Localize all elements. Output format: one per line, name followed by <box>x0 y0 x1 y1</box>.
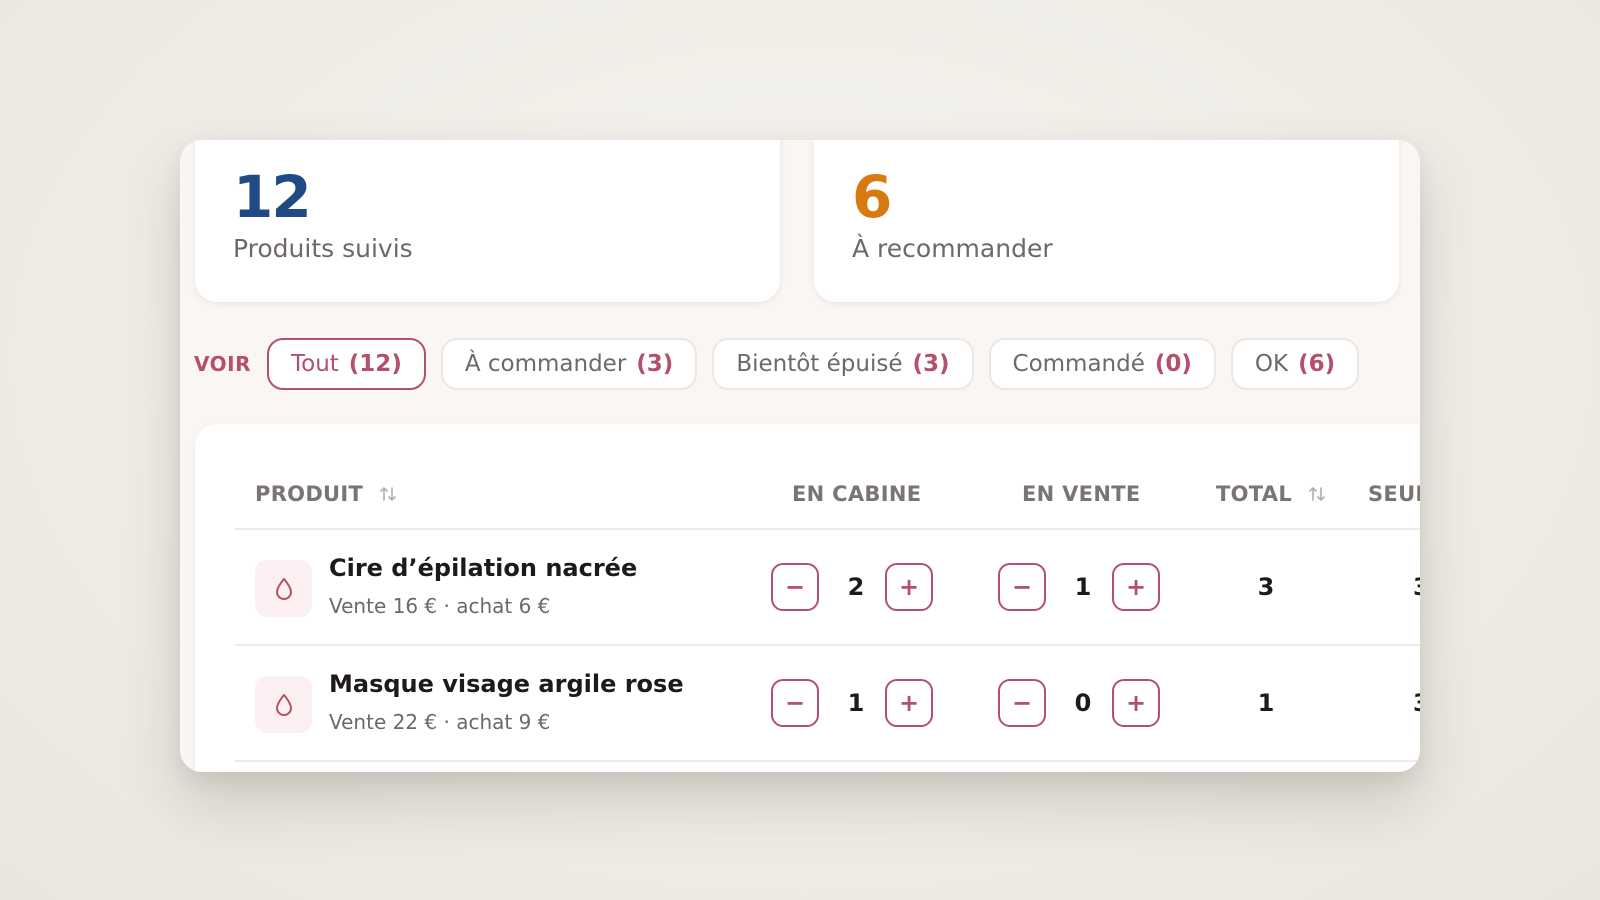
vente-minus-button[interactable]: − <box>998 563 1046 611</box>
vente-plus-button[interactable]: + <box>1112 679 1160 727</box>
stat-card-tracked: 12 Produits suivis <box>195 140 780 302</box>
filter-chip-to-order[interactable]: À commander (3) <box>440 338 698 390</box>
chip-label: Commandé <box>1012 351 1145 377</box>
products-table: PRODUIT EN CABINE EN VENTE TOTAL SEUIL C… <box>195 424 1420 772</box>
column-header-produit[interactable]: PRODUIT <box>255 484 397 505</box>
filter-chip-all[interactable]: Tout (12) <box>266 338 426 390</box>
filter-chip-low-stock[interactable]: Bientôt épuisé (3) <box>712 338 974 390</box>
chip-count: (6) <box>1298 351 1336 377</box>
column-header-en-vente: EN VENTE <box>1022 482 1141 506</box>
cabine-plus-button[interactable]: + <box>885 563 933 611</box>
product-name: Cire d’épilation nacrée <box>329 554 638 582</box>
chip-label: OK <box>1254 351 1289 377</box>
column-header-en-cabine: EN CABINE <box>792 482 922 506</box>
chip-label: Bientôt épuisé <box>736 351 903 377</box>
drop-icon <box>255 676 312 733</box>
sort-arrows-icon <box>1308 487 1325 501</box>
cabine-quantity: 1 <box>847 689 865 717</box>
chip-count: (0) <box>1154 351 1192 377</box>
column-label: PRODUIT <box>255 482 364 506</box>
product-prices: Vente 16 € · achat 6 € <box>329 594 551 618</box>
product-prices: Vente 22 € · achat 9 € <box>329 710 551 734</box>
total-value: 3 <box>1257 573 1275 601</box>
stat-value-reorder: 6 <box>852 163 892 231</box>
cabine-minus-button[interactable]: − <box>771 563 819 611</box>
chip-count: (3) <box>636 351 674 377</box>
chip-label: Tout <box>290 351 339 377</box>
column-label: TOTAL <box>1216 482 1293 506</box>
row-divider <box>235 760 1420 762</box>
stat-label-tracked: Produits suivis <box>233 234 413 263</box>
seuil-value: 3 <box>1413 689 1420 717</box>
product-name: Masque visage argile rose <box>329 670 684 698</box>
vente-quantity: 0 <box>1074 689 1092 717</box>
column-header-total[interactable]: TOTAL <box>1216 484 1326 505</box>
cabine-plus-button[interactable]: + <box>885 679 933 727</box>
filter-bar: VOIR Tout (12) À commander (3) Bientôt é… <box>194 336 1374 392</box>
chip-count: (12) <box>348 351 402 377</box>
cabine-quantity: 2 <box>847 573 865 601</box>
stat-card-reorder: 6 À recommander <box>814 140 1399 302</box>
filter-label: VOIR <box>194 352 251 376</box>
seuil-value: 3 <box>1413 573 1420 601</box>
total-value: 1 <box>1257 689 1275 717</box>
stock-window: 12 Produits suivis 6 À recommander VOIR … <box>180 140 1420 772</box>
table-row: Cire d’épilation nacrée Vente 16 € · ach… <box>195 530 1420 644</box>
drop-icon <box>255 560 312 617</box>
chip-count: (3) <box>912 351 950 377</box>
vente-quantity: 1 <box>1074 573 1092 601</box>
cabine-minus-button[interactable]: − <box>771 679 819 727</box>
vente-minus-button[interactable]: − <box>998 679 1046 727</box>
filter-chip-ordered[interactable]: Commandé (0) <box>988 338 1216 390</box>
column-header-seuil: SEUIL <box>1368 482 1420 506</box>
stat-label-reorder: À recommander <box>852 234 1053 263</box>
table-row: Masque visage argile rose Vente 22 € · a… <box>195 646 1420 760</box>
sort-arrows-icon <box>379 487 396 501</box>
filter-chip-ok[interactable]: OK (6) <box>1230 338 1360 390</box>
stat-value-tracked: 12 <box>233 163 312 231</box>
vente-plus-button[interactable]: + <box>1112 563 1160 611</box>
chip-label: À commander <box>464 351 627 377</box>
